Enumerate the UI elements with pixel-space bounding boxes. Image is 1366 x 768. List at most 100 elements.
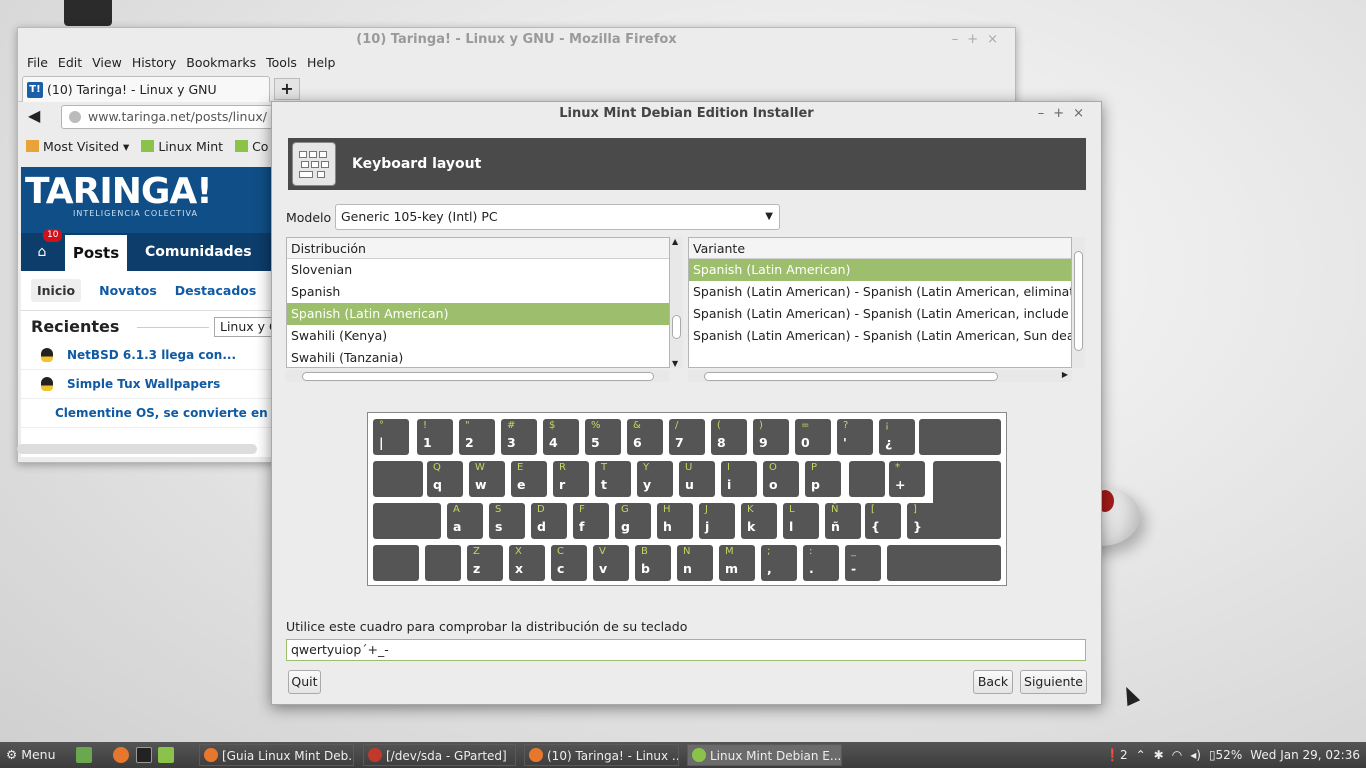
notification-badge: 10 bbox=[43, 229, 63, 242]
keyboard-key: $4 bbox=[543, 419, 579, 455]
menu-help[interactable]: Help bbox=[302, 52, 341, 74]
back-arrow-icon[interactable]: ◀ bbox=[28, 106, 40, 125]
menu-file[interactable]: File bbox=[22, 52, 53, 74]
distribution-list[interactable]: Distribución Slovenian Spanish Spanish (La… bbox=[286, 237, 670, 368]
menu-edit[interactable]: Edit bbox=[53, 52, 87, 74]
taringa-favicon-icon: T! bbox=[27, 81, 43, 98]
menu-tools[interactable]: Tools bbox=[261, 52, 302, 74]
list-item[interactable]: NetBSD 6.1.3 llega con... bbox=[21, 341, 277, 370]
menu-history[interactable]: History bbox=[127, 52, 181, 74]
show-desktop-icon[interactable] bbox=[76, 747, 92, 763]
bluetooth-icon[interactable]: ✱ bbox=[1154, 742, 1164, 768]
tab-taringa[interactable]: T! (10) Taringa! - Linux y GNU bbox=[22, 76, 270, 102]
taringa-logo[interactable]: TARINGA! bbox=[25, 171, 213, 212]
firefox-window-controls[interactable]: –+× bbox=[952, 28, 1007, 52]
distribution-header[interactable]: Distribución bbox=[287, 238, 669, 259]
keyboard-key: Qq bbox=[427, 461, 463, 497]
firefox-icon[interactable] bbox=[113, 747, 129, 763]
variant-horizontal-scrollbar[interactable]: ▶ bbox=[688, 370, 1072, 382]
mouse-cursor-icon bbox=[1119, 683, 1141, 707]
variant-row[interactable]: Spanish (Latin American) - Spanish (Lati… bbox=[689, 303, 1071, 325]
keyboard-key: Ww bbox=[469, 461, 505, 497]
keyboard-key: Ññ bbox=[825, 503, 861, 539]
url-bar[interactable]: www.taringa.net/posts/linux/ bbox=[61, 105, 301, 129]
recent-category-select[interactable]: Linux y G bbox=[214, 317, 277, 337]
files-icon[interactable] bbox=[158, 747, 174, 763]
nav-posts[interactable]: Posts bbox=[65, 235, 127, 271]
distribution-horizontal-scrollbar[interactable] bbox=[286, 370, 670, 382]
subnav-destacados[interactable]: Destacados bbox=[175, 283, 257, 298]
expand-tray-icon[interactable]: ⌃ bbox=[1136, 742, 1146, 768]
menu-view[interactable]: View bbox=[87, 52, 127, 74]
firefox-horizontal-scrollbar[interactable] bbox=[17, 444, 257, 454]
list-item[interactable]: Simple Tux Wallpapers bbox=[21, 370, 277, 399]
bookmark-community[interactable]: Co bbox=[235, 139, 268, 154]
variant-vertical-scrollbar[interactable] bbox=[1072, 237, 1085, 368]
model-select[interactable]: Generic 105-key (Intl) PC ▼ bbox=[335, 204, 780, 230]
keyboard-key: Xx bbox=[509, 545, 545, 581]
back-button[interactable]: Back bbox=[973, 670, 1013, 694]
taskbar-window-button[interactable]: (10) Taringa! - Linux ... bbox=[524, 744, 679, 766]
distribution-row[interactable]: Slovenian bbox=[287, 259, 669, 281]
keyboard-key: = 0 bbox=[795, 419, 831, 455]
subnav-novatos[interactable]: Novatos bbox=[99, 283, 157, 298]
terminal-icon[interactable] bbox=[136, 747, 152, 763]
keyboard-key: Yy bbox=[637, 461, 673, 497]
taskbar-window-button[interactable]: [Guia Linux Mint Deb... bbox=[199, 744, 354, 766]
chevron-down-icon: ▼ bbox=[765, 211, 773, 222]
bookmark-linux-mint[interactable]: Linux Mint bbox=[141, 139, 223, 154]
menu-bookmarks[interactable]: Bookmarks bbox=[181, 52, 261, 74]
tux-icon bbox=[41, 348, 53, 362]
volume-icon[interactable]: ◂) bbox=[1190, 742, 1201, 768]
taskbar-window-button[interactable]: [/dev/sda - GParted] bbox=[363, 744, 516, 766]
taringa-header: TARINGA! INTELIGENCIA COLECTIVA bbox=[21, 167, 277, 233]
keyboard-key: % 5 bbox=[585, 419, 621, 455]
distribution-vertical-scrollbar[interactable]: ▲ ▼ bbox=[670, 237, 683, 368]
variant-header[interactable]: Variante bbox=[689, 238, 1071, 259]
variant-row[interactable]: Spanish (Latin American) - Spanish (Lati… bbox=[689, 325, 1071, 347]
clock[interactable]: Wed Jan 29, 02:36 bbox=[1250, 742, 1360, 768]
installer-window[interactable]: Linux Mint Debian Edition Installer –+× … bbox=[271, 101, 1102, 705]
recent-header: Recientes Linux y G bbox=[21, 311, 277, 341]
keyboard-key: ¡ ¿ bbox=[879, 419, 915, 455]
installer-window-controls[interactable]: –+× bbox=[1038, 102, 1093, 126]
taskbar-window-button[interactable]: Linux Mint Debian E... bbox=[687, 744, 842, 766]
distribution-row[interactable]: Swahili (Tanzania) bbox=[287, 347, 669, 367]
keyboard-key: Gg bbox=[615, 503, 651, 539]
keyboard-key: ° | bbox=[373, 419, 409, 455]
start-menu-button[interactable]: ⚙ Menu bbox=[6, 742, 56, 768]
taskbar: ⚙ Menu [Guia Linux Mint Deb... [/dev/sda … bbox=[0, 742, 1366, 768]
quit-button[interactable]: Quit bbox=[288, 670, 321, 694]
notification-icon[interactable]: ❗2 bbox=[1105, 742, 1128, 768]
battery-icon[interactable]: ▯52% bbox=[1209, 742, 1242, 768]
installer-titlebar[interactable]: Linux Mint Debian Edition Installer –+× bbox=[272, 102, 1101, 126]
distribution-row[interactable]: Swahili (Kenya) bbox=[287, 325, 669, 347]
keyboard-key: ]} bbox=[907, 503, 943, 539]
distribution-row[interactable]: Spanish bbox=[287, 281, 669, 303]
nav-comunidades[interactable]: Comunidades bbox=[145, 233, 252, 271]
keyboard-key: Ee bbox=[511, 461, 547, 497]
list-item[interactable]: Clementine OS, se convierte en la re bbox=[21, 399, 277, 428]
distribution-rows: Slovenian Spanish Spanish (Latin American)… bbox=[287, 259, 669, 367]
variant-row[interactable]: Spanish (Latin American) - Spanish (Lati… bbox=[689, 281, 1071, 303]
variant-list[interactable]: Variante Spanish (Latin American) Spanish… bbox=[688, 237, 1072, 368]
distribution-row[interactable]: Spanish (Latin American) bbox=[287, 303, 669, 325]
next-button[interactable]: Siguiente bbox=[1020, 670, 1087, 694]
keyboard-key bbox=[373, 461, 423, 497]
keyboard-key bbox=[951, 503, 1001, 539]
wifi-icon[interactable]: ◠ bbox=[1172, 742, 1182, 768]
variant-row[interactable]: Spanish (Latin American) bbox=[689, 259, 1071, 281]
bookmark-most-visited[interactable]: Most Visited ▾ bbox=[26, 139, 129, 154]
keyboard-test-input[interactable]: qwertyuiop´+_- bbox=[286, 639, 1086, 661]
keyboard-key: ) 9 bbox=[753, 419, 789, 455]
subnav-inicio[interactable]: Inicio bbox=[31, 279, 82, 302]
home-icon[interactable]: ⌂ 10 bbox=[21, 229, 63, 271]
firefox-titlebar[interactable]: (10) Taringa! - Linux y GNU - Mozilla Fi… bbox=[18, 28, 1015, 52]
taringa-nav: ⌂ 10 Posts Comunidades bbox=[21, 229, 277, 271]
keyboard-key: Pp bbox=[805, 461, 841, 497]
keyboard-key: Mm bbox=[719, 545, 755, 581]
keyboard-icon bbox=[292, 142, 336, 186]
keyboard-key: Ff bbox=[573, 503, 609, 539]
keyboard-key: [{ bbox=[865, 503, 901, 539]
new-tab-button[interactable]: + bbox=[274, 78, 300, 100]
